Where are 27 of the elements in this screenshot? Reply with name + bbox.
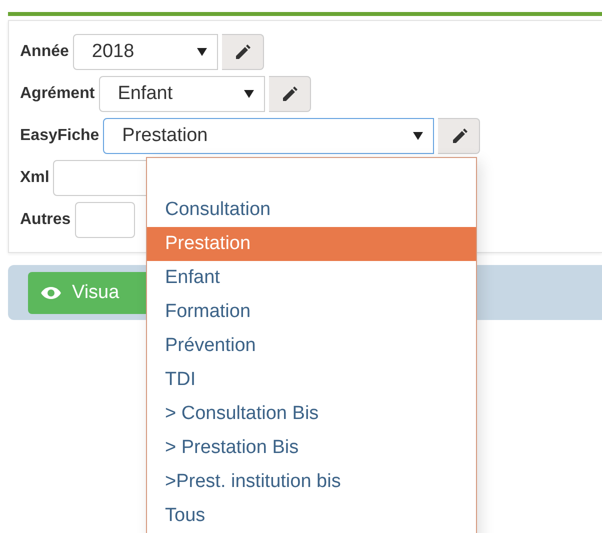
select-field[interactable]: Prestation xyxy=(103,118,434,154)
dropdown-option[interactable]: Prévention xyxy=(147,329,476,363)
field-label: Année xyxy=(20,43,69,61)
caret-icon xyxy=(413,132,424,140)
field-label: Autres xyxy=(20,211,71,229)
caret-icon xyxy=(196,48,207,56)
field-label: Agrément xyxy=(20,85,95,103)
dropdown-option[interactable]: Enfant xyxy=(147,261,476,295)
dropdown-option[interactable]: TDI xyxy=(147,363,476,397)
eye-icon xyxy=(40,286,62,300)
edit-button[interactable] xyxy=(222,34,264,70)
field-label: Xml xyxy=(20,169,50,187)
input-field[interactable] xyxy=(74,202,135,238)
select-field[interactable]: 2018 xyxy=(72,34,218,70)
edit-button[interactable] xyxy=(438,118,480,154)
dropdown-option[interactable]: > Consultation Bis xyxy=(147,397,476,431)
pencil-icon xyxy=(280,85,298,103)
dropdown-option[interactable]: Formation xyxy=(147,295,476,329)
edit-button[interactable] xyxy=(268,76,311,112)
select-field[interactable]: Enfant xyxy=(98,76,265,112)
dropdown-option[interactable]: > Prestation Bis xyxy=(147,431,476,465)
caret-icon xyxy=(244,90,254,98)
dropdown-option[interactable]: >Prest. institution bis xyxy=(147,465,476,499)
dropdown-option[interactable]: Consultation xyxy=(147,193,476,227)
field-label: EasyFiche xyxy=(20,127,100,145)
dropdown-option[interactable]: Tous xyxy=(147,499,476,533)
pencil-icon xyxy=(233,43,252,61)
